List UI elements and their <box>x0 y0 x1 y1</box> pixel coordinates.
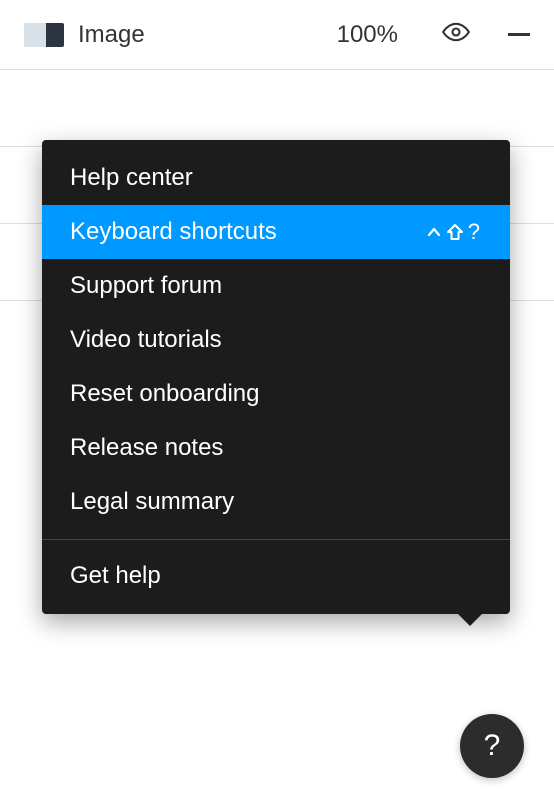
collapse-dash-icon[interactable] <box>508 33 530 36</box>
menu-item-legal-summary[interactable]: Legal summary <box>42 475 510 529</box>
layer-thumbnail <box>24 23 64 47</box>
menu-item-label: Help center <box>70 164 193 192</box>
popup-arrow-icon <box>456 612 484 626</box>
help-popup-menu: Help center Keyboard shortcuts ? Support <box>42 140 510 614</box>
menu-item-label: Reset onboarding <box>70 380 259 408</box>
menu-item-support-forum[interactable]: Support forum <box>42 259 510 313</box>
menu-item-keyboard-shortcuts[interactable]: Keyboard shortcuts ? <box>42 205 510 259</box>
menu-item-reset-onboarding[interactable]: Reset onboarding <box>42 367 510 421</box>
menu-item-help-center[interactable]: Help center <box>42 140 510 205</box>
help-fab-button[interactable]: ? <box>460 714 524 778</box>
menu-item-label: Release notes <box>70 434 223 462</box>
help-question-icon: ? <box>484 729 501 763</box>
question-key-icon: ? <box>468 219 482 245</box>
menu-item-label: Video tutorials <box>70 326 222 354</box>
menu-item-video-tutorials[interactable]: Video tutorials <box>42 313 510 367</box>
layer-name-label: Image <box>78 21 323 49</box>
menu-item-shortcut: ? <box>426 219 482 245</box>
visibility-eye-icon[interactable] <box>442 18 494 51</box>
shift-key-icon <box>446 223 464 241</box>
bg-section-1 <box>0 70 554 146</box>
control-key-icon <box>426 224 442 240</box>
menu-item-label: Support forum <box>70 272 222 300</box>
layer-opacity-label: 100% <box>337 21 398 49</box>
menu-item-label: Legal summary <box>70 488 234 516</box>
menu-item-get-help[interactable]: Get help <box>42 540 510 614</box>
layer-row[interactable]: Image 100% <box>0 0 554 69</box>
menu-item-label: Get help <box>70 562 161 590</box>
menu-item-label: Keyboard shortcuts <box>70 218 277 246</box>
menu-item-release-notes[interactable]: Release notes <box>42 421 510 475</box>
